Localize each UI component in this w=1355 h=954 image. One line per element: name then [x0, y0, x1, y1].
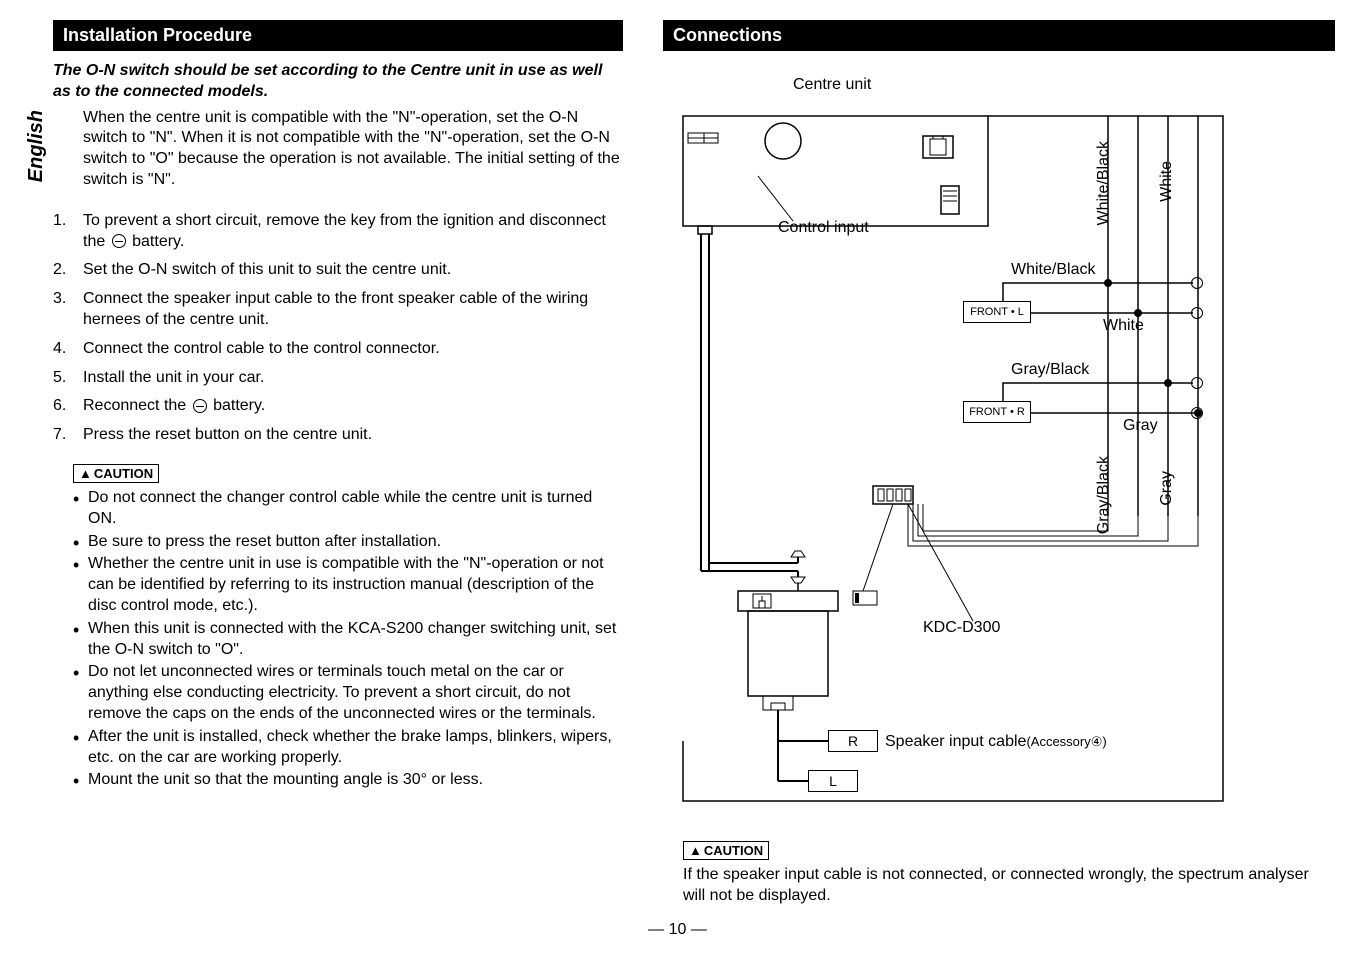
- language-tab: English: [20, 100, 53, 192]
- intro-desc: When the centre unit is compatible with …: [83, 108, 623, 191]
- wire-junction-dot: [1164, 379, 1172, 387]
- control-input-label: Control input: [778, 219, 869, 237]
- r-box: R: [828, 730, 878, 752]
- connections-header: Connections: [663, 20, 1335, 51]
- white-vert-label: White: [1158, 161, 1176, 202]
- step-item: Reconnect the battery.: [53, 396, 623, 417]
- gray-vert-label: Gray: [1158, 471, 1176, 506]
- step-item: Press the reset button on the centre uni…: [53, 425, 623, 446]
- front-r-box: FRONT • R: [963, 401, 1031, 423]
- left-column: Installation Procedure The O-N switch sh…: [53, 20, 623, 934]
- caution-item: After the unit is installed, check wheth…: [73, 727, 623, 769]
- caution-label: CAUTION: [94, 466, 153, 481]
- caution-item: Do not let unconnected wires or terminal…: [73, 662, 623, 724]
- wire-terminal-circle: [1191, 407, 1203, 419]
- wire-terminal-circle: [1191, 377, 1203, 389]
- wiring-diagram: Centre unit Control input White/Black Wh…: [663, 61, 1335, 821]
- gray-black-vert-label: Gray/Black: [1095, 456, 1113, 534]
- wire-terminal-circle: [1191, 307, 1203, 319]
- step-item: Set the O-N switch of this unit to suit …: [53, 260, 623, 281]
- caution-item: Be sure to press the reset button after …: [73, 532, 623, 553]
- white-black-h-label: White/Black: [1011, 261, 1095, 279]
- intro-bold: The O-N switch should be set according t…: [53, 61, 623, 103]
- white-black-vert-label: White/Black: [1095, 141, 1113, 225]
- l-box: L: [808, 770, 858, 792]
- warning-triangle-icon: ▲: [79, 466, 92, 481]
- steps-list: To prevent a short circuit, remove the k…: [53, 211, 623, 446]
- caution-item: Mount the unit so that the mounting angl…: [73, 770, 623, 791]
- front-l-box: FRONT • L: [963, 301, 1031, 323]
- right-caution-text: If the speaker input cable is not connec…: [683, 865, 1335, 907]
- white-h-label: White: [1103, 317, 1144, 335]
- page-number: — 10 —: [648, 921, 707, 939]
- battery-minus-icon: [193, 399, 207, 413]
- caution-list: Do not connect the changer control cable…: [73, 488, 623, 791]
- wire-junction-dot: [1134, 309, 1142, 317]
- wire-terminal-circle: [1191, 277, 1203, 289]
- right-column: Connections: [663, 20, 1335, 934]
- caution-item: Whether the centre unit in use is compat…: [73, 554, 623, 616]
- caution-item: Do not connect the changer control cable…: [73, 488, 623, 530]
- gray-black-h-label: Gray/Black: [1011, 361, 1089, 379]
- step-item: Connect the control cable to the control…: [53, 339, 623, 360]
- wire-junction-dot: [1104, 279, 1112, 287]
- step-item: Connect the speaker input cable to the f…: [53, 289, 623, 331]
- right-caution-section: ▲CAUTION If the speaker input cable is n…: [663, 831, 1335, 907]
- speaker-cable-label: Speaker input cable(Accessory④): [885, 733, 1107, 751]
- caution-label: CAUTION: [704, 843, 763, 858]
- caution-item: When this unit is connected with the KCA…: [73, 619, 623, 661]
- installation-header: Installation Procedure: [53, 20, 623, 51]
- step-item: Install the unit in your car.: [53, 368, 623, 389]
- step-item: To prevent a short circuit, remove the k…: [53, 211, 623, 253]
- caution-box: ▲CAUTION: [73, 464, 159, 483]
- gray-h-label: Gray: [1123, 417, 1158, 435]
- caution-box: ▲CAUTION: [683, 841, 769, 860]
- battery-minus-icon: [112, 234, 126, 248]
- warning-triangle-icon: ▲: [689, 843, 702, 858]
- centre-unit-label: Centre unit: [793, 76, 871, 94]
- kdc-label: KDC-D300: [923, 619, 1000, 637]
